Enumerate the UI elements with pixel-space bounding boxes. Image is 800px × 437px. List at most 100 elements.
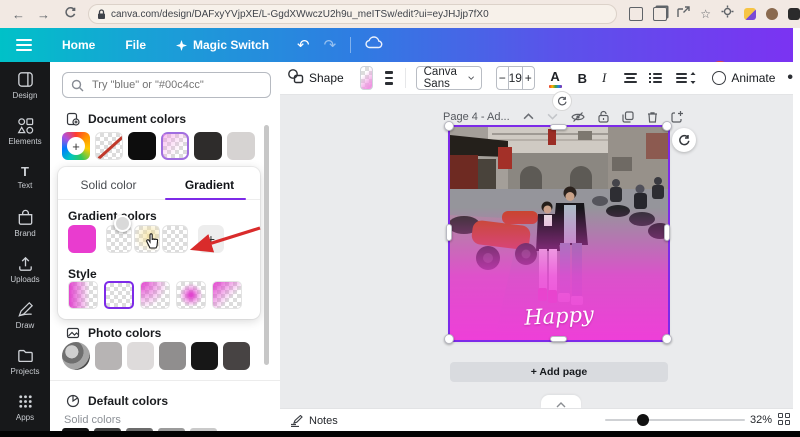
photo-thumbnail[interactable] — [62, 342, 90, 370]
editor-canvas-area: Shape Canva Sans − 19 + A B I Animate • … — [280, 62, 793, 433]
dark-gray-swatch[interactable] — [194, 132, 222, 160]
fill-color-swatch[interactable] — [359, 66, 374, 90]
style-diagonal[interactable] — [212, 281, 242, 309]
sidebar-item-brand[interactable]: Brand — [0, 200, 50, 246]
sidebar-item-apps[interactable]: Apps — [0, 384, 50, 430]
extensions-puzzle-icon[interactable] — [788, 8, 800, 20]
style-corner[interactable] — [140, 281, 170, 309]
color-search-box[interactable] — [62, 72, 271, 98]
rotate-button[interactable] — [672, 128, 696, 152]
duplicate-page-icon[interactable] — [622, 110, 634, 123]
nav-file[interactable]: File — [125, 38, 146, 52]
nav-home[interactable]: Home — [62, 38, 95, 52]
nav-magic-switch[interactable]: Magic Switch — [176, 38, 269, 52]
bold-button[interactable]: B — [578, 71, 587, 86]
sidebar-item-uploads[interactable]: Uploads — [0, 246, 50, 292]
font-size-value[interactable]: 19 — [507, 67, 523, 89]
element-rotate-handle[interactable] — [552, 91, 572, 111]
style-selected[interactable] — [104, 281, 134, 309]
spacing-icon[interactable] — [674, 72, 696, 84]
selected-gradient-swatch[interactable] — [161, 132, 189, 160]
lock-page-icon[interactable] — [598, 110, 609, 123]
selection-handle-bottom-left[interactable] — [444, 334, 454, 344]
browser-forward-icon[interactable]: → — [37, 7, 50, 22]
move-page-up-icon[interactable] — [523, 113, 534, 120]
light-gray-swatch[interactable] — [227, 132, 255, 160]
photo-swatch[interactable] — [159, 342, 186, 370]
sidebar-item-design[interactable]: Design — [0, 62, 50, 108]
style-radial[interactable] — [176, 281, 206, 309]
photo-swatch[interactable] — [191, 342, 218, 370]
list-icon[interactable] — [649, 73, 663, 83]
hide-page-icon[interactable] — [570, 111, 585, 123]
sidebar-item-projects[interactable]: Projects — [0, 338, 50, 384]
gradient-stop-4[interactable] — [162, 225, 188, 253]
search-icon — [71, 79, 84, 91]
share-icon[interactable] — [677, 5, 690, 23]
selection-handle-bottom[interactable] — [550, 336, 567, 342]
selection-handle-left[interactable] — [446, 224, 452, 241]
zoom-level[interactable]: 32% — [750, 414, 772, 426]
draw-icon — [17, 301, 33, 317]
selection-handle-top-right[interactable] — [662, 121, 672, 131]
alignment-icon[interactable] — [624, 73, 638, 83]
photo-colors-icon — [66, 327, 80, 339]
gradient-stop-1[interactable] — [68, 225, 96, 253]
menu-hamburger-icon[interactable] — [16, 39, 32, 51]
italic-button[interactable]: I — [602, 70, 606, 86]
shape-label[interactable]: Shape — [309, 71, 344, 85]
bookmark-star-icon[interactable]: ☆ — [700, 7, 711, 21]
profile-icon[interactable] — [766, 8, 778, 20]
redo-icon[interactable]: ↷ — [324, 36, 337, 54]
tab-solid-color[interactable]: Solid color — [58, 171, 159, 199]
style-linear-left[interactable] — [68, 281, 98, 309]
font-family-dropdown[interactable]: Canva Sans — [415, 66, 482, 90]
add-page-button[interactable]: + Add page — [450, 362, 668, 382]
delete-page-icon[interactable] — [647, 111, 658, 123]
canva-editor-window: ← → canva.com/design/DAFxyYVjpXE/L-GgdXW… — [0, 0, 800, 437]
browser-back-icon[interactable]: ← — [12, 7, 25, 22]
zoom-slider-thumb[interactable] — [637, 413, 649, 426]
page-canvas[interactable]: Happy — [448, 125, 670, 342]
extension-icon[interactable] — [744, 8, 756, 20]
photo-swatch[interactable] — [95, 342, 122, 370]
notes-button[interactable]: Notes — [309, 415, 338, 427]
right-edge-strip — [793, 28, 800, 437]
sidebar-item-text[interactable]: T Text — [0, 154, 50, 200]
add-gradient-color-button[interactable]: + — [198, 225, 224, 253]
animate-button[interactable]: Animate — [712, 71, 775, 85]
address-bar[interactable]: canva.com/design/DAFxyYVjpXE/L-GgdXWwczU… — [88, 4, 618, 24]
undo-icon[interactable]: ↶ — [297, 36, 310, 54]
photo-swatch[interactable] — [223, 342, 250, 370]
copy-pages-icon[interactable] — [653, 7, 668, 21]
sidebar-item-draw[interactable]: Draw — [0, 292, 50, 338]
page-title[interactable]: Page 4 - Ad... — [443, 111, 510, 123]
selection-handle-top[interactable] — [550, 124, 567, 130]
tab-search-icon[interactable] — [629, 7, 644, 21]
font-size-increase[interactable]: + — [523, 67, 534, 89]
border-style-icon[interactable] — [385, 71, 394, 85]
tab-gradient[interactable]: Gradient — [159, 171, 260, 199]
text-color-button[interactable]: A — [548, 69, 562, 88]
zoom-slider-track[interactable] — [605, 419, 745, 421]
apps-grid-icon — [18, 395, 32, 408]
font-size-decrease[interactable]: − — [497, 67, 508, 89]
grid-view-icon[interactable] — [778, 413, 790, 425]
shape-icon — [287, 68, 304, 89]
add-page-icon[interactable] — [671, 110, 684, 123]
selection-handle-bottom-right[interactable] — [662, 334, 672, 344]
settings-icon[interactable] — [721, 5, 734, 23]
search-input[interactable] — [90, 78, 244, 92]
statusbar-notch[interactable] — [541, 395, 581, 408]
move-page-down-icon[interactable] — [547, 113, 558, 120]
add-color-swatch[interactable]: + — [62, 132, 90, 160]
browser-reload-icon[interactable] — [64, 6, 76, 22]
no-color-swatch[interactable] — [95, 132, 123, 160]
selection-handle-right[interactable] — [664, 224, 670, 241]
panel-scrollbar[interactable] — [264, 125, 269, 365]
sidebar-item-elements[interactable]: Elements — [0, 108, 50, 154]
photo-swatch[interactable] — [127, 342, 154, 370]
gradient-slider-knob[interactable] — [114, 215, 131, 232]
black-swatch[interactable] — [128, 132, 156, 160]
selection-handle-top-left[interactable] — [444, 121, 454, 131]
